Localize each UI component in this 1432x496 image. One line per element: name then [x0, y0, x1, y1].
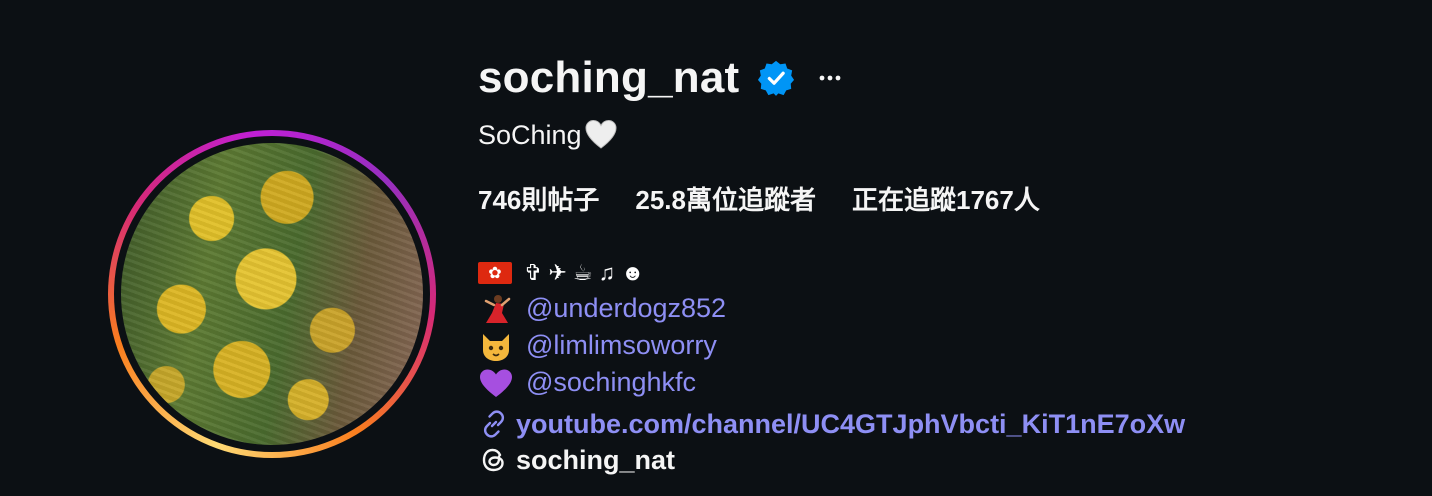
more-options-icon[interactable]	[817, 65, 843, 91]
purple-heart-icon	[480, 369, 512, 397]
mention-link[interactable]: @underdogz852	[526, 293, 726, 324]
hong-kong-flag-icon: ✿	[478, 262, 512, 284]
followers-count[interactable]: 25.8萬位追蹤者	[635, 180, 816, 217]
threads-badge-row[interactable]: soching_nat	[478, 444, 675, 476]
coffee-symbol: ☕	[572, 260, 593, 285]
cross-symbol: ✞	[524, 260, 543, 285]
bio-mention-line: @underdogz852	[478, 290, 726, 327]
full-name: SoChing	[478, 118, 618, 152]
following-count[interactable]: 正在追蹤1767人	[852, 180, 1040, 217]
mention-link[interactable]: @sochinghkfc	[526, 367, 696, 398]
avatar[interactable]	[121, 143, 423, 445]
posts-count: 746則帖子	[478, 185, 600, 215]
username: soching_nat	[478, 53, 740, 102]
cat-emoji-icon	[483, 333, 509, 361]
title-row: soching_nat	[478, 48, 1378, 108]
white-heart-icon	[585, 119, 617, 149]
profile-info: soching_nat SoChing 746則帖子 25.8萬位追蹤者 正在追…	[478, 48, 1378, 475]
threads-handle[interactable]: soching_nat	[516, 445, 675, 476]
external-link-row[interactable]: youtube.com/channel/UC4GTJphVbcti_KiT1nE…	[478, 408, 1185, 440]
bio-mention-line: @sochinghkfc	[478, 364, 726, 401]
bio: ✿ ✞ ✈ ☕ ♫ ☻ @underdogz852 @limlimsoworry…	[478, 256, 726, 401]
bio-mention-line: @limlimsoworry	[478, 327, 726, 364]
bio-symbols: ✞ ✈ ☕ ♫ ☻	[524, 260, 650, 286]
airplane-symbol: ✈	[548, 260, 567, 285]
external-link[interactable]: youtube.com/channel/UC4GTJphVbcti_KiT1nE…	[516, 409, 1185, 440]
music-note-symbol: ♫	[598, 260, 616, 285]
smiley-symbol: ☻	[621, 260, 645, 285]
bio-symbols-line: ✿ ✞ ✈ ☕ ♫ ☻	[478, 256, 726, 290]
verified-badge-icon	[758, 60, 795, 96]
profile-stats: 746則帖子 25.8萬位追蹤者 正在追蹤1767人	[478, 180, 1076, 217]
profile-header: soching_nat SoChing 746則帖子 25.8萬位追蹤者 正在追…	[0, 0, 1432, 496]
threads-icon	[482, 448, 504, 472]
mention-link[interactable]: @limlimsoworry	[526, 330, 717, 361]
dancer-emoji-icon	[484, 294, 511, 323]
profile-avatar-story-ring[interactable]	[108, 130, 436, 458]
link-icon	[483, 410, 505, 438]
full-name-text: SoChing	[478, 119, 582, 150]
